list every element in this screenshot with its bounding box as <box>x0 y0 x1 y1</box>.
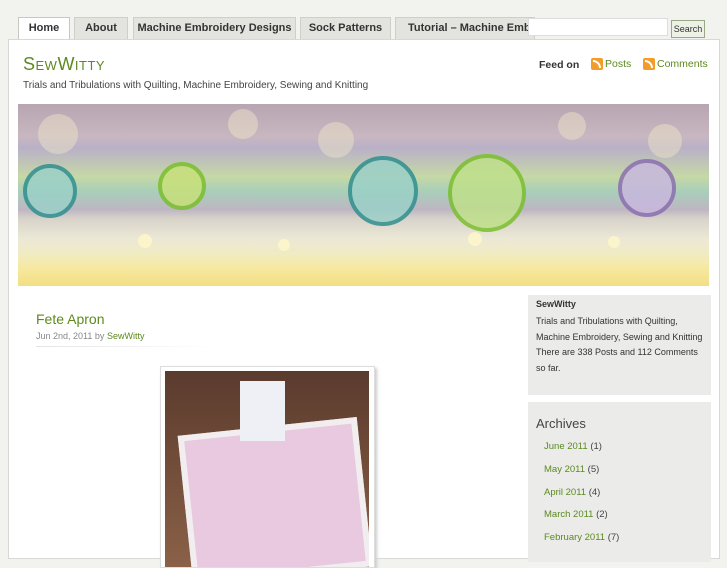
feed-posts-link[interactable]: Posts <box>605 58 631 70</box>
archives-heading: Archives <box>536 416 586 431</box>
tab-sock-patterns[interactable]: Sock Patterns <box>300 17 391 39</box>
search-button[interactable]: Search <box>671 20 705 38</box>
post-author-link[interactable]: SewWitty <box>107 331 145 341</box>
archive-link[interactable]: June 2011 <box>544 441 588 452</box>
feed-comments-link[interactable]: Comments <box>657 58 708 70</box>
header-banner-image <box>18 104 709 286</box>
archive-item[interactable]: March 2011 (2) <box>544 509 608 520</box>
feed-label: Feed on <box>539 59 580 71</box>
archive-link[interactable]: March 2011 <box>544 509 593 520</box>
archive-count: (1) <box>590 441 602 452</box>
sidebar-about-name: SewWitty <box>536 299 576 309</box>
sidebar-about-stats: There are 338 Posts and 112 Comments so … <box>536 347 698 373</box>
site-title[interactable]: SewWitty <box>23 54 105 75</box>
post-divider <box>36 346 216 347</box>
sidebar-about-description: Trials and Tribulations with Quilting, M… <box>536 316 703 342</box>
rss-icon[interactable] <box>591 58 603 70</box>
archive-item[interactable]: February 2011 (7) <box>544 532 619 543</box>
sidebar-about-text: Trials and Tribulations with Quilting, M… <box>536 314 706 376</box>
archive-link[interactable]: May 2011 <box>544 464 585 475</box>
tab-about[interactable]: About <box>74 17 128 39</box>
top-nav: Home About Machine Embroidery Designs So… <box>0 0 727 40</box>
post-by: by <box>94 331 105 341</box>
archive-count: (5) <box>587 464 600 475</box>
page-container: SewWitty Trials and Tribulations with Qu… <box>8 39 720 568</box>
post-image-frame <box>160 366 375 568</box>
tab-tutorial-machine-embroidery[interactable]: Tutorial – Machine Embroidery <box>395 17 535 39</box>
archive-count: (4) <box>588 487 601 498</box>
archive-count: (2) <box>596 509 608 520</box>
archive-item[interactable]: June 2011 (1) <box>544 441 602 452</box>
post-meta: Jun 2nd, 2011 by SewWitty <box>36 331 144 341</box>
site-description: Trials and Tribulations with Quilting, M… <box>23 80 369 91</box>
apron-strap-graphic <box>240 381 285 441</box>
tab-machine-embroidery-designs[interactable]: Machine Embroidery Designs <box>133 17 296 39</box>
search-input[interactable] <box>528 18 668 36</box>
rss-icon[interactable] <box>643 58 655 70</box>
archive-item[interactable]: May 2011 (5) <box>544 464 599 475</box>
archive-link[interactable]: April 2011 <box>544 487 586 498</box>
archive-link[interactable]: February 2011 <box>544 532 605 543</box>
tab-home[interactable]: Home <box>18 17 70 39</box>
sidebar-archives: Archives June 2011 (1) May 2011 (5) Apri… <box>528 402 711 562</box>
archive-count: (7) <box>607 532 620 543</box>
post-title[interactable]: Fete Apron <box>36 311 105 327</box>
post-date: Jun 2nd, 2011 <box>36 331 93 341</box>
sidebar-about-box: SewWitty Trials and Tribulations with Qu… <box>528 295 711 395</box>
post-image[interactable] <box>165 371 369 567</box>
archive-item[interactable]: April 2011 (4) <box>544 487 600 498</box>
